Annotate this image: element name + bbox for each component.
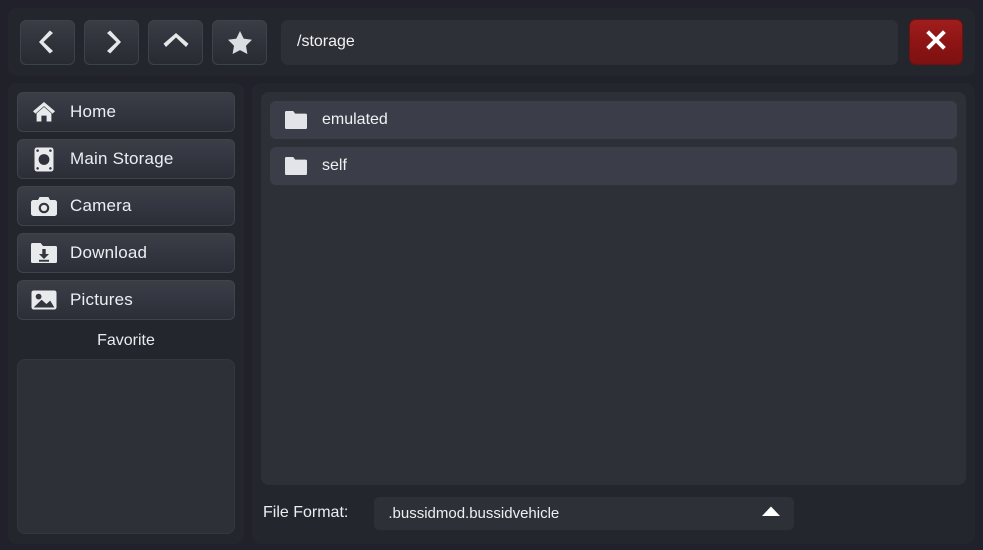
sidebar-item-main-storage[interactable]: Main Storage [17,139,235,179]
back-button[interactable] [20,20,75,65]
file-format-bar: File Format: .bussidmod.bussidvehicle [261,491,966,535]
up-button[interactable] [148,20,203,65]
close-button[interactable] [909,19,963,65]
sidebar-item-label: Main Storage [70,149,174,169]
folder-icon [284,111,308,129]
favorite-header: Favorite [17,327,235,359]
file-name: emulated [322,111,388,129]
browser-pane: emulated self File Format: .bussidmod.bu… [252,83,975,544]
sidebar-item-pictures[interactable]: Pictures [17,280,235,320]
file-format-dropdown[interactable]: .bussidmod.bussidvehicle [374,497,794,530]
file-list-item[interactable]: emulated [270,101,957,139]
sidebar-item-label: Camera [70,196,132,216]
forward-button[interactable] [84,20,139,65]
sidebar-item-label: Pictures [70,290,133,310]
file-format-value: .bussidmod.bussidvehicle [388,505,559,522]
chevron-up-icon [163,32,189,52]
folder-download-icon [30,242,58,264]
toolbar: /storage [8,8,975,76]
file-list[interactable]: emulated self [261,92,966,485]
file-picker-window: /storage Home [0,0,983,550]
content-area: Home Main Storage [8,83,975,544]
sidebar-item-download[interactable]: Download [17,233,235,273]
favorite-list[interactable] [17,359,235,534]
path-text: /storage [297,33,355,51]
file-format-label: File Format: [263,504,348,522]
file-list-item[interactable]: self [270,147,957,185]
close-x-icon [924,28,948,57]
folder-icon [284,157,308,175]
hard-drive-icon [30,147,58,172]
image-icon [30,289,58,311]
path-input[interactable]: /storage [281,20,898,65]
sidebar: Home Main Storage [8,83,244,544]
sidebar-item-label: Home [70,102,116,122]
sidebar-item-home[interactable]: Home [17,92,235,132]
chevron-right-icon [101,30,123,54]
chevron-left-icon [37,30,59,54]
favorite-button[interactable] [212,20,267,65]
star-icon [227,30,253,55]
camera-icon [30,196,58,217]
sidebar-item-camera[interactable]: Camera [17,186,235,226]
home-icon [30,101,58,123]
triangle-up-icon [761,504,781,522]
sidebar-item-label: Download [70,243,147,263]
file-name: self [322,157,347,175]
